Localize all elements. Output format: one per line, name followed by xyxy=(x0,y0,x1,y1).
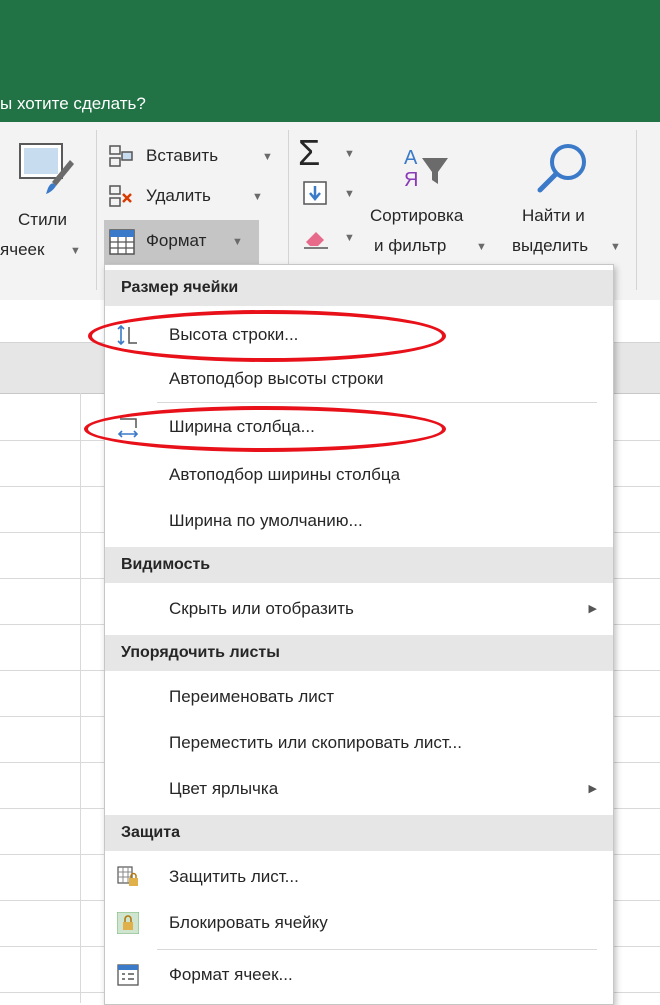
chevron-down-icon: ▼ xyxy=(344,232,355,244)
delete-label: Удалить xyxy=(146,186,211,205)
chevron-down-icon: ▼ xyxy=(232,236,243,248)
sort-filter-icon: А Я xyxy=(404,147,448,191)
chevron-right-icon: ▶ xyxy=(588,783,597,795)
cell-styles-icon xyxy=(19,143,74,194)
format-button[interactable]: Формат ▼ xyxy=(104,220,259,264)
section-header-visibility: Видимость xyxy=(105,547,613,583)
menu-item-protect-sheet[interactable]: Защитить лист... xyxy=(105,855,613,899)
highlight-oval-column-width xyxy=(84,406,446,452)
column-divider xyxy=(80,393,81,1003)
chevron-down-icon: ▼ xyxy=(476,241,487,253)
menu-item-default-width[interactable]: Ширина по умолчанию... xyxy=(105,499,613,543)
fill-down-icon xyxy=(303,181,327,205)
autofit-column-label: Автоподбор ширины столбца xyxy=(169,465,401,484)
tab-color-label: Цвет ярлычка xyxy=(169,779,279,798)
section-header-organize-sheets: Упорядочить листы xyxy=(105,635,613,671)
insert-label: Вставить xyxy=(146,146,219,165)
find-select-button[interactable]: Найти и выделить ▼ xyxy=(512,136,632,266)
find-select-label-1: Найти и xyxy=(522,206,585,225)
clear-button[interactable]: ▼ xyxy=(296,220,356,256)
default-width-label: Ширина по умолчанию... xyxy=(169,511,363,530)
autofit-row-label: Автоподбор высоты строки xyxy=(169,369,384,388)
menu-separator xyxy=(157,402,597,403)
rename-sheet-label: Переименовать лист xyxy=(169,687,335,706)
cell-styles-label-2: ячеек xyxy=(0,240,45,259)
cell-styles-button[interactable]: Стили ячеек ▼ xyxy=(0,132,90,272)
find-select-label-2: выделить xyxy=(512,236,589,255)
section-header-cell-size: Размер ячейки xyxy=(105,270,613,306)
menu-item-autofit-column-width[interactable]: Автоподбор ширины столбца xyxy=(105,453,613,497)
chevron-down-icon: ▼ xyxy=(610,241,621,253)
highlight-oval-row-height xyxy=(88,310,446,362)
menu-item-lock-cell[interactable]: Блокировать ячейку xyxy=(105,901,613,945)
sort-filter-button[interactable]: А Я Сортировка и фильтр ▼ xyxy=(366,136,506,266)
eraser-icon xyxy=(304,232,328,249)
chevron-down-icon: ▼ xyxy=(70,245,81,257)
sort-filter-label-2: и фильтр xyxy=(374,236,447,255)
lock-cell-label: Блокировать ячейку xyxy=(169,913,328,932)
format-cells-dialog-icon xyxy=(117,964,139,986)
svg-text:Я: Я xyxy=(404,169,418,191)
insert-button[interactable]: Вставить ▼ xyxy=(104,140,284,176)
delete-cells-icon xyxy=(109,185,132,207)
format-cells-label: Формат ячеек... xyxy=(169,965,293,984)
cell-styles-label-1: Стили xyxy=(18,210,67,229)
fill-button[interactable]: ▼ xyxy=(296,176,356,212)
menu-item-rename-sheet[interactable]: Переименовать лист xyxy=(105,675,613,719)
chevron-down-icon: ▼ xyxy=(344,188,355,200)
format-cells-icon xyxy=(109,229,135,255)
menu-item-tab-color[interactable]: Цвет ярлычка ▶ xyxy=(105,767,613,811)
autosum-button[interactable]: Σ ▼ xyxy=(296,132,356,173)
lock-icon xyxy=(117,912,139,934)
svg-text:А: А xyxy=(404,147,418,169)
sigma-icon: Σ xyxy=(298,132,321,173)
format-label: Формат xyxy=(146,231,207,250)
chevron-down-icon: ▼ xyxy=(344,148,355,160)
format-dropdown-menu: Размер ячейки Высота строки... Автоподбо… xyxy=(104,264,614,1005)
menu-item-format-cells[interactable]: Формат ячеек... xyxy=(105,953,613,997)
chevron-down-icon: ▼ xyxy=(252,191,263,203)
chevron-right-icon: ▶ xyxy=(588,603,597,615)
delete-button[interactable]: Удалить ▼ xyxy=(104,180,284,216)
chevron-down-icon: ▼ xyxy=(262,151,273,163)
insert-cells-icon xyxy=(109,145,133,167)
ribbon-separator xyxy=(96,130,97,290)
protect-sheet-label: Защитить лист... xyxy=(169,867,299,886)
menu-item-hide-unhide[interactable]: Скрыть или отобразить ▶ xyxy=(105,587,613,631)
menu-item-move-copy-sheet[interactable]: Переместить или скопировать лист... xyxy=(105,721,613,765)
protect-sheet-icon xyxy=(117,866,138,886)
ribbon-separator xyxy=(636,130,637,290)
move-copy-sheet-label: Переместить или скопировать лист... xyxy=(169,733,462,752)
hide-unhide-label: Скрыть или отобразить xyxy=(169,599,354,618)
search-icon xyxy=(537,144,586,193)
section-header-protection: Защита xyxy=(105,815,613,851)
sort-filter-label-1: Сортировка xyxy=(370,206,464,225)
menu-separator xyxy=(157,949,597,950)
menu-item-autofit-row-height[interactable]: Автоподбор высоты строки xyxy=(105,357,613,401)
tell-me-box[interactable]: ы хотите сделать? xyxy=(0,94,146,114)
